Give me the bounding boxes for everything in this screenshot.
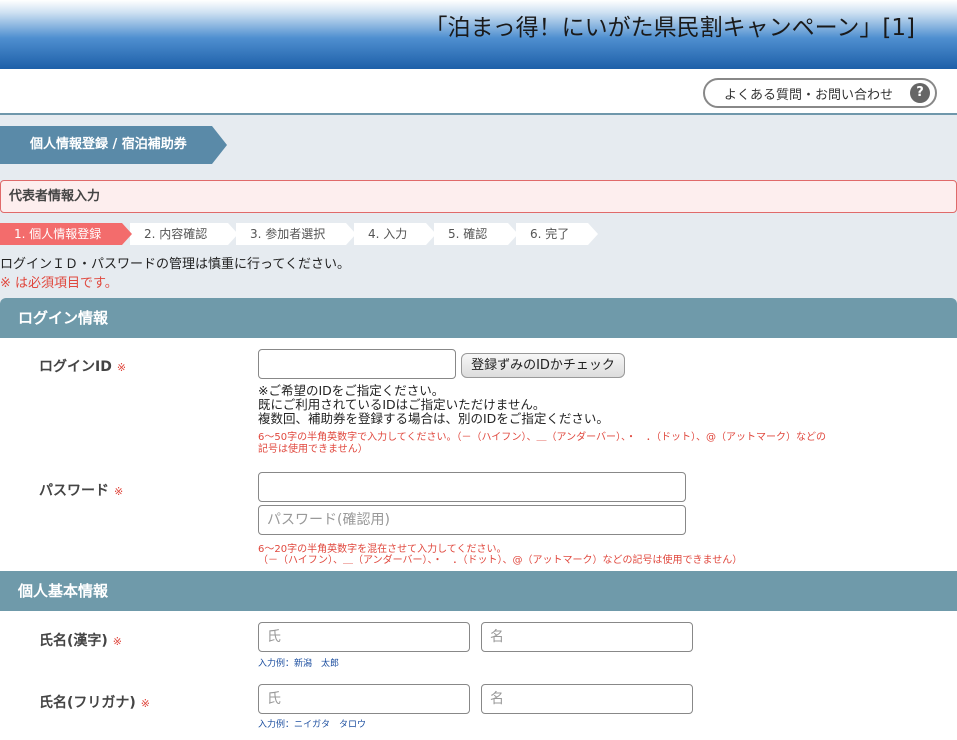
required-mark: ※ (112, 635, 123, 648)
step-3: 3. 参加者選択 (236, 223, 356, 245)
faq-contact-button[interactable]: よくある質問・お問い合わせ ? (703, 78, 937, 108)
required-mark: ※ (116, 361, 127, 374)
login-id-input[interactable] (258, 349, 456, 379)
step-1: 1. 個人情報登録 (0, 223, 132, 245)
surname-kanji-input[interactable]: 氏 (258, 622, 470, 652)
password-label-text: パスワード (39, 483, 109, 499)
name-kana-example: 入力例：ニイガタ タロウ (258, 720, 367, 730)
name-kanji-label: 氏名(漢字) ※ (39, 630, 122, 650)
step-2: 2. 内容確認 (130, 223, 238, 245)
faq-contact-label: よくある質問・お問い合わせ (724, 87, 894, 103)
personal-info-panel (0, 611, 957, 740)
password-label: パスワード ※ (39, 480, 123, 500)
required-note: ※ は必須項目です。 (0, 276, 118, 291)
login-id-label: ログインID ※ (39, 356, 126, 376)
check-id-button[interactable]: 登録ずみのIDかチェック (461, 353, 625, 378)
login-id-label-text: ログインID (39, 359, 112, 375)
name-kana-label: 氏名(フリガナ) ※ (39, 692, 150, 712)
login-id-hint-3: 複数回、補助券を登録する場合は、別のIDをご指定ください。 (258, 411, 609, 426)
password-rule-2: （－（ハイフン）、＿（アンダーバー）、・ ．（ドット）、@（アットマーク）などの… (258, 555, 743, 566)
surname-kana-input[interactable]: 氏 (258, 684, 470, 714)
caution-note: ログインＩＤ・パスワードの管理は慎重に行ってください。 (0, 257, 350, 272)
login-id-rule-2: 記号は使用できません） (258, 444, 368, 455)
help-icon: ? (910, 83, 930, 103)
name-kanji-example: 入力例：新潟 太郎 (258, 659, 340, 669)
password-input[interactable] (258, 472, 686, 502)
representative-info-heading: 代表者情報入力 (0, 180, 957, 213)
page-title: 「泊まっ得！にいがた県民割キャンペーン」[1] (424, 15, 915, 41)
required-mark: ※ (140, 697, 151, 710)
login-id-hint-1: ※ご希望のIDをご指定ください。 (258, 383, 445, 398)
password-confirm-input[interactable]: パスワード(確認用) (258, 505, 686, 535)
login-info-header: ログイン情報 (0, 298, 957, 338)
step-5: 5. 確認 (434, 223, 518, 245)
step-progress: 1. 個人情報登録 2. 内容確認 3. 参加者選択 4. 入力 5. 確認 6… (0, 223, 620, 245)
given-name-kanji-input[interactable]: 名 (481, 622, 693, 652)
step-4: 4. 入力 (354, 223, 436, 245)
personal-info-header: 個人基本情報 (0, 571, 957, 611)
name-kanji-label-text: 氏名(漢字) (39, 633, 108, 649)
name-kana-label-text: 氏名(フリガナ) (39, 695, 136, 711)
top-bar: よくある質問・お問い合わせ ? (0, 69, 957, 115)
section-tag: 個人情報登録 / 宿泊補助券 (0, 126, 227, 164)
given-name-kana-input[interactable]: 名 (481, 684, 693, 714)
required-mark: ※ (114, 485, 124, 498)
app-header: 「泊まっ得！にいがた県民割キャンペーン」[1] (0, 0, 957, 69)
login-id-hint-2: 既にご利用されているIDはご指定いただけません。 (258, 397, 546, 412)
step-6: 6. 完了 (516, 223, 598, 245)
login-id-rule-1: 6～50字の半角英数字で入力してください。（－（ハイフン）、＿（アンダーバー）、… (258, 432, 826, 443)
